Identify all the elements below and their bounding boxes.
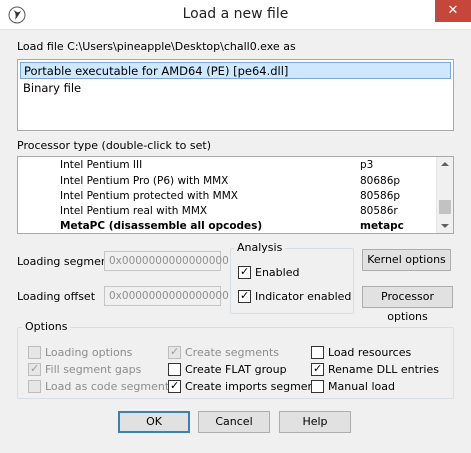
analysis-enabled-checkbox[interactable]: Enabled [238,265,348,280]
window-title: Load a new file [182,6,289,22]
load-resources-checkbox[interactable]: Load resources [311,345,449,360]
processor-name: MetaPC (disassemble all opcodes) [60,220,263,232]
processor-list-scrollbar[interactable] [436,157,453,233]
cancel-button[interactable]: Cancel [198,411,270,433]
create-flat-group-checkbox[interactable]: Create FLAT group [168,362,308,377]
rename-dll-entries-checkbox[interactable]: Rename DLL entries [311,362,449,377]
checkbox-check-icon [238,289,251,303]
analysis-group [230,248,354,314]
indicator-enabled-label: Indicator enabled [255,290,352,303]
loading-options-label: Loading options [45,346,133,359]
checkbox-icon [311,380,324,393]
create-imports-segment-checkbox[interactable]: Create imports segment [168,379,319,394]
checkbox-icon [28,346,41,359]
ok-button[interactable]: OK [118,411,190,433]
processor-name: Intel Pentium III [60,159,143,171]
manual-load-label: Manual load [328,380,395,393]
fill-segment-gaps-label: Fill segment gaps [45,363,142,376]
processor-type-list[interactable]: Intel Pentium III p3 Intel Pentium Pro (… [17,156,454,234]
scroll-down-icon[interactable] [441,224,449,228]
load-resources-label: Load resources [328,346,412,359]
loading-segment-field: 0x0000000000000000 [104,251,229,271]
analysis-group-title: Analysis [234,241,286,254]
processor-type-label: Processor type (double-click to set) [17,139,212,152]
rename-dll-entries-label: Rename DLL entries [328,363,439,376]
processor-name: Intel Pentium real with MMX [60,205,208,217]
kernel-options-button[interactable]: Kernel options [362,249,451,271]
analysis-enabled-label: Enabled [255,266,300,279]
scroll-thumb[interactable] [439,200,451,214]
checkbox-check-icon [168,379,181,393]
help-button[interactable]: Help [279,411,351,433]
processor-row[interactable]: Intel Pentium real with MMX 80586r [18,204,438,219]
manual-load-checkbox[interactable]: Manual load [311,379,449,394]
checkbox-check-icon [238,265,251,279]
loading-options-checkbox[interactable]: Loading options [28,345,158,360]
processor-row[interactable]: Intel Pentium protected with MMX 80586p [18,189,438,204]
processor-row[interactable]: Intel Pentium Pro (P6) with MMX 80686p [18,174,438,189]
processor-row-selected[interactable]: MetaPC (disassemble all opcodes) metapc [18,219,438,233]
title-bar: Load a new file ✕ [0,0,471,30]
create-imports-segment-label: Create imports segment [185,380,319,393]
close-icon[interactable]: ✕ [435,0,471,22]
load-as-code-segment-checkbox[interactable]: Load as code segment [28,379,169,394]
processor-name: Intel Pentium Pro (P6) with MMX [60,175,229,187]
processor-code: p3 [360,159,374,171]
processor-row[interactable]: Intel Pentium III p3 [18,158,438,173]
create-segments-checkbox[interactable]: Create segments [168,345,308,360]
checkbox-icon [168,363,181,376]
processor-options-button[interactable]: Processor options [362,286,453,323]
file-format-option-pe64[interactable]: Portable executable for AMD64 (PE) [pe64… [20,62,451,79]
checkbox-icon [28,380,41,393]
load-as-code-segment-label: Load as code segment [45,380,170,393]
processor-code: metapc [360,220,404,232]
file-format-option-binary[interactable]: Binary file [20,80,81,97]
processor-code: 80586p [360,190,401,202]
create-flat-group-label: Create FLAT group [185,363,287,376]
checkbox-icon [311,346,324,359]
load-file-label: Load file C:\Users\pineapple\Desktop\cha… [17,40,296,53]
processor-code: 80586r [360,205,398,217]
processor-name: Intel Pentium protected with MMX [60,190,238,202]
loading-offset-field: 0x0000000000000000 [104,286,229,306]
loading-offset-label: Loading offset [17,290,96,303]
file-format-list[interactable]: Portable executable for AMD64 (PE) [pe64… [17,59,454,131]
scroll-up-icon[interactable] [441,162,449,166]
options-group-title: Options [22,320,71,333]
fill-segment-gaps-checkbox[interactable]: Fill segment gaps [28,362,158,377]
checkbox-check-icon [311,362,324,376]
create-segments-label: Create segments [185,346,280,359]
processor-code: 80686p [360,175,401,187]
checkbox-check-icon [168,345,181,359]
loading-segment-label: Loading segment [17,255,113,268]
checkbox-check-icon [28,362,41,376]
indicator-enabled-checkbox[interactable]: Indicator enabled [238,289,352,304]
